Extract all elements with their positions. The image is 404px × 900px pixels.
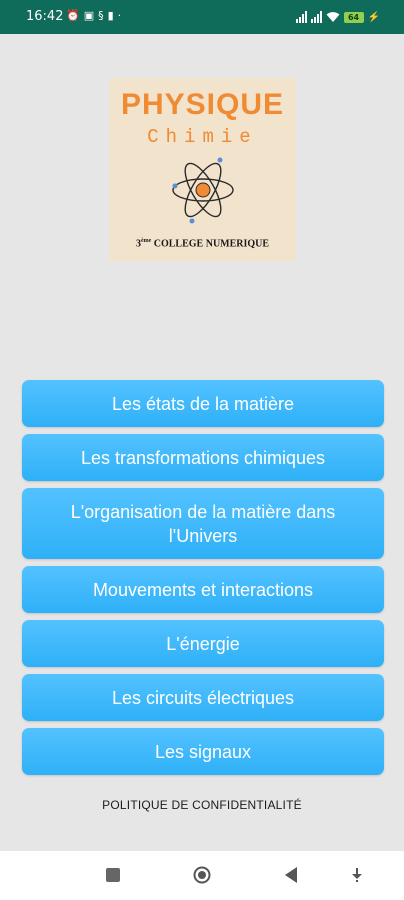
charging-icon: ⚡ xyxy=(367,11,380,23)
app-logo: PHYSIQUE Chimie 3ème COLLEGE NUMERIQUE xyxy=(109,78,296,261)
menu-button-etats-matiere[interactable]: Les états de la matière xyxy=(22,380,384,427)
signal-icon xyxy=(295,11,307,23)
status-right: 64 ⚡ xyxy=(295,10,380,24)
logo-subtitle: Chimie xyxy=(147,126,258,148)
menu-button-label: Les états de la matière xyxy=(111,393,295,414)
sync-icon: § xyxy=(98,9,108,22)
menu-button-signaux[interactable]: Les signaux xyxy=(22,728,384,775)
menu-button-label-line1: L'organisation de la matière dans xyxy=(70,501,336,522)
home-icon[interactable] xyxy=(193,866,211,884)
battery-icon: 64 xyxy=(343,11,364,23)
menu-button-label: Les transformations chimiques xyxy=(80,447,326,468)
menu-button-circuits-electriques[interactable]: Les circuits électriques xyxy=(22,674,384,721)
menu-button-label: L'énergie xyxy=(166,633,240,654)
privacy-policy-link[interactable]: POLITIQUE DE CONFIDENTIALITÉ xyxy=(0,798,404,812)
menu-button-label-line2: l'Univers xyxy=(168,525,238,546)
menu-button-label: Les circuits électriques xyxy=(111,687,295,708)
logo-footer: 3ème COLLEGE NUMERIQUE xyxy=(109,238,296,249)
alarm-icon: ⏰ xyxy=(66,9,84,22)
menu-button-energie[interactable]: L'énergie xyxy=(22,620,384,667)
menu-button-label: Mouvements et interactions xyxy=(92,579,314,600)
recent-apps-icon[interactable] xyxy=(106,868,120,882)
status-time: 16:42 xyxy=(26,9,64,24)
notification-icons: ⏰▣§▮· xyxy=(66,9,125,22)
status-bar: 16:42 ⏰▣§▮· 64 ⚡ xyxy=(0,0,404,34)
signal-icon xyxy=(310,11,322,23)
back-icon[interactable] xyxy=(283,866,299,884)
atom-icon xyxy=(172,157,234,224)
menu-button-organisation-matiere[interactable]: L'organisation de la matière dans l'Univ… xyxy=(22,488,384,559)
message-icon: ▣ xyxy=(83,9,99,22)
logo-school-text: COLLEGE NUMERIQUE xyxy=(153,238,270,250)
logo-level-suffix: ème xyxy=(140,238,152,244)
menu-button-transformations-chimiques[interactable]: Les transformations chimiques xyxy=(22,434,384,481)
menu-button-mouvements-interactions[interactable]: Mouvements et interactions xyxy=(22,566,384,613)
dot-icon: · xyxy=(117,9,126,22)
logo-title: PHYSIQUE xyxy=(120,88,285,121)
wifi-icon xyxy=(326,12,340,22)
file-icon: ▮ xyxy=(107,9,118,22)
dropdown-icon[interactable] xyxy=(350,867,364,883)
menu-button-label: Les signaux xyxy=(154,741,252,762)
